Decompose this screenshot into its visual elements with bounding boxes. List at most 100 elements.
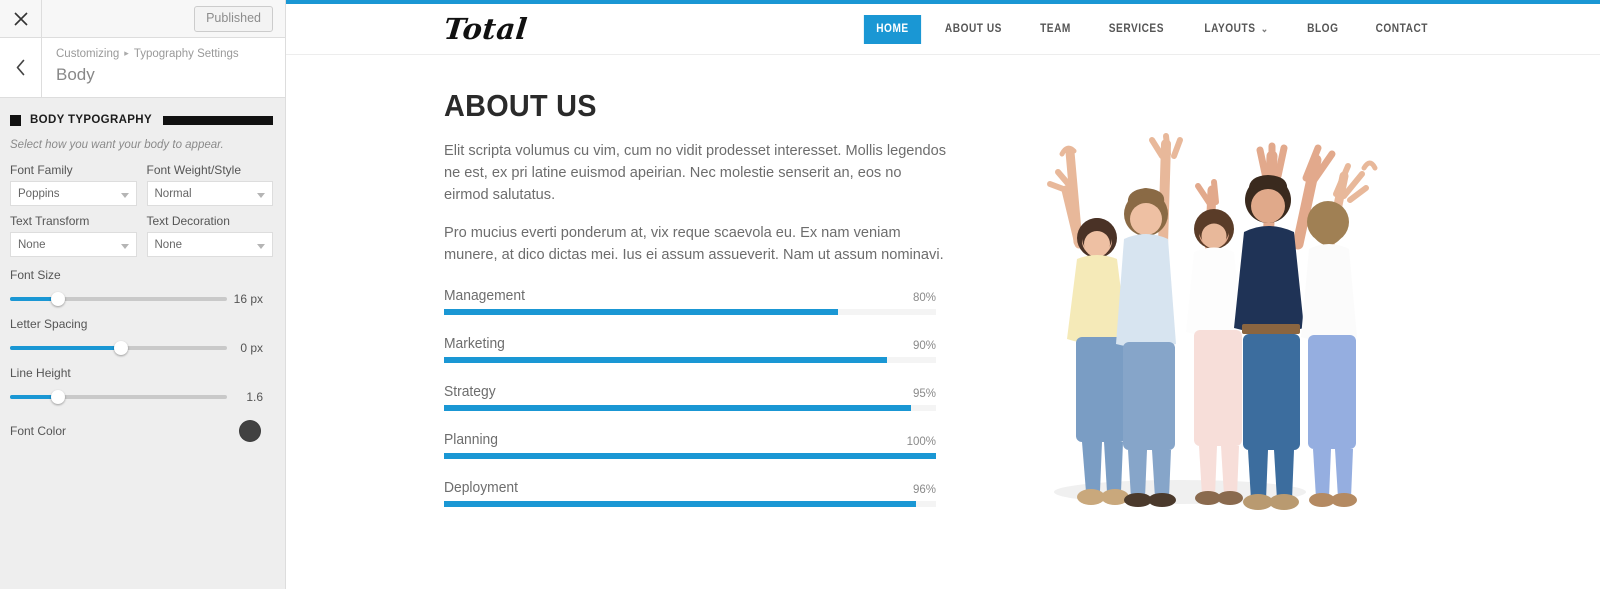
group-of-people-cheering-photo [966, 94, 1386, 514]
published-button[interactable]: Published [194, 5, 273, 32]
about-paragraph-1: Elit scripta volumus cu vim, cum no vidi… [444, 143, 947, 203]
skill-percent: 96% [912, 484, 936, 497]
section-title: BODY TYPOGRAPHY [30, 114, 152, 126]
nav-label: BLOG [1306, 23, 1339, 35]
skill-row: Marketing 90% [444, 336, 936, 352]
about-image-column [950, 88, 1600, 528]
skill-track [444, 405, 936, 412]
nav-item-home[interactable]: HOME [864, 14, 922, 44]
field-label: Font Family [10, 163, 73, 177]
skill-label: Marketing [444, 336, 505, 353]
select-value: Poppins [18, 187, 60, 200]
slider-row: 1.6 [10, 390, 273, 404]
chevron-left-icon[interactable] [0, 38, 42, 97]
site-preview: Total HOME ABOUT US TEAM SERVICES LAYOUT… [286, 0, 1600, 589]
skill-row: Strategy 95% [444, 384, 936, 400]
chevron-down-icon [257, 192, 265, 198]
skill-percent: 100% [906, 436, 936, 449]
close-icon[interactable] [0, 0, 42, 37]
breadcrumb: Customizing ▸ Typography Settings [56, 46, 285, 63]
nav-item-layouts[interactable]: LAYOUTS ⌄ [1190, 15, 1282, 44]
nav-item-blog[interactable]: BLOG [1293, 15, 1353, 44]
skill-bar: Management 80% [444, 288, 936, 316]
about-section: ABOUT US Elit scripta volumus cu vim, cu… [286, 55, 1600, 528]
skill-track [444, 501, 936, 508]
slider-fill [10, 346, 121, 350]
field-font-family: Font Family Poppins [10, 163, 137, 206]
slider-label: Letter Spacing [10, 317, 88, 331]
text-decoration-select[interactable]: None [146, 232, 273, 257]
chevron-down-icon [120, 192, 129, 198]
skill-fill [444, 453, 936, 460]
skill-percent: 95% [912, 388, 936, 401]
about-paragraph-2: Pro mucius everti ponderum at, vix reque… [444, 224, 944, 263]
slider-value: 1.6 [246, 390, 263, 404]
page-title: Body [56, 65, 95, 85]
slider-value: 16 px [233, 292, 263, 306]
main-nav: HOME ABOUT US TEAM SERVICES LAYOUTS ⌄ BL… [860, 4, 1600, 55]
nav-item-services[interactable]: SERVICES [1095, 15, 1178, 44]
nav-label: ABOUT US [945, 23, 1003, 35]
field-font-weight-style: Font Weight/Style Normal [146, 163, 273, 206]
skill-label: Deployment [444, 480, 518, 497]
nav-label: HOME [876, 23, 909, 35]
chevron-down-icon [120, 243, 129, 249]
select-value: None [18, 238, 46, 251]
font-weight-style-select[interactable]: Normal [146, 181, 273, 206]
slider-value: 0 px [240, 341, 263, 355]
skill-row: Planning 100% [444, 432, 936, 448]
skill-fill [444, 309, 838, 316]
customizer-topbar: Published [0, 0, 285, 38]
slider-row: 16 px [10, 292, 273, 306]
breadcrumb-parent[interactable]: Typography Settings [134, 48, 239, 60]
field-label: Text Transform [10, 214, 90, 228]
skill-bar: Strategy 95% [444, 384, 936, 412]
chevron-down-icon: ⌄ [1260, 23, 1269, 35]
nav-label: CONTACT [1376, 23, 1429, 35]
breadcrumb-root[interactable]: Customizing [56, 48, 119, 60]
slider-line-height: Line Height 1.6 [10, 366, 273, 404]
nav-item-team[interactable]: TEAM [1026, 15, 1085, 44]
letter-spacing-slider[interactable] [10, 341, 227, 355]
skill-label: Management [444, 288, 525, 305]
font-size-slider[interactable] [10, 292, 227, 306]
select-value: Normal [154, 187, 192, 200]
skill-fill [444, 357, 887, 364]
customizer-screen: Published Customizing ▸ Typography Setting… [0, 0, 1600, 589]
line-height-slider[interactable] [10, 390, 227, 404]
slider-label: Font Size [10, 268, 61, 282]
nav-label: TEAM [1040, 23, 1071, 35]
font-color-swatch[interactable] [239, 420, 261, 442]
slider-handle[interactable] [50, 390, 65, 404]
slider-label: Line Height [10, 366, 71, 380]
site-logo[interactable]: Total [442, 12, 529, 46]
slider-font-size: Font Size 16 px [10, 268, 273, 306]
field-text-decoration: Text Decoration None [146, 214, 273, 257]
skill-track [444, 309, 936, 316]
skill-fill [444, 501, 917, 508]
color-label: Font Color [10, 424, 67, 438]
slider-handle[interactable] [50, 292, 65, 306]
customizer-panel-header: Customizing ▸ Typography Settings Body [0, 38, 285, 98]
skill-label: Strategy [444, 384, 496, 401]
customizer-controls: BODY TYPOGRAPHY Select how you want your… [0, 98, 285, 589]
field-label: Text Decoration [146, 214, 230, 228]
select-value: None [154, 238, 183, 251]
text-transform-select[interactable]: None [10, 232, 137, 257]
slider-handle[interactable] [113, 341, 128, 355]
skill-bars-chart: Management 80% Marketing 90% Strategy 95% Plan… [444, 288, 936, 508]
section-header-body-typography: BODY TYPOGRAPHY [10, 114, 273, 126]
nav-item-contact[interactable]: CONTACT [1362, 15, 1443, 44]
slider-letter-spacing: Letter Spacing 0 px [10, 317, 273, 355]
section-square-icon [10, 114, 21, 126]
page-heading: ABOUT US [444, 88, 597, 123]
site-header: Total HOME ABOUT US TEAM SERVICES LAYOUT… [286, 4, 1600, 55]
skill-bar: Planning 100% [444, 432, 936, 460]
font-family-select[interactable]: Poppins [10, 181, 137, 206]
field-font-color: Font Color [10, 420, 273, 442]
skill-row: Management 80% [444, 288, 936, 304]
customizer-sidebar: Published Customizing ▸ Typography Setting… [0, 0, 286, 589]
nav-item-about-us[interactable]: ABOUT US [931, 15, 1016, 44]
chevron-down-icon [257, 243, 265, 249]
